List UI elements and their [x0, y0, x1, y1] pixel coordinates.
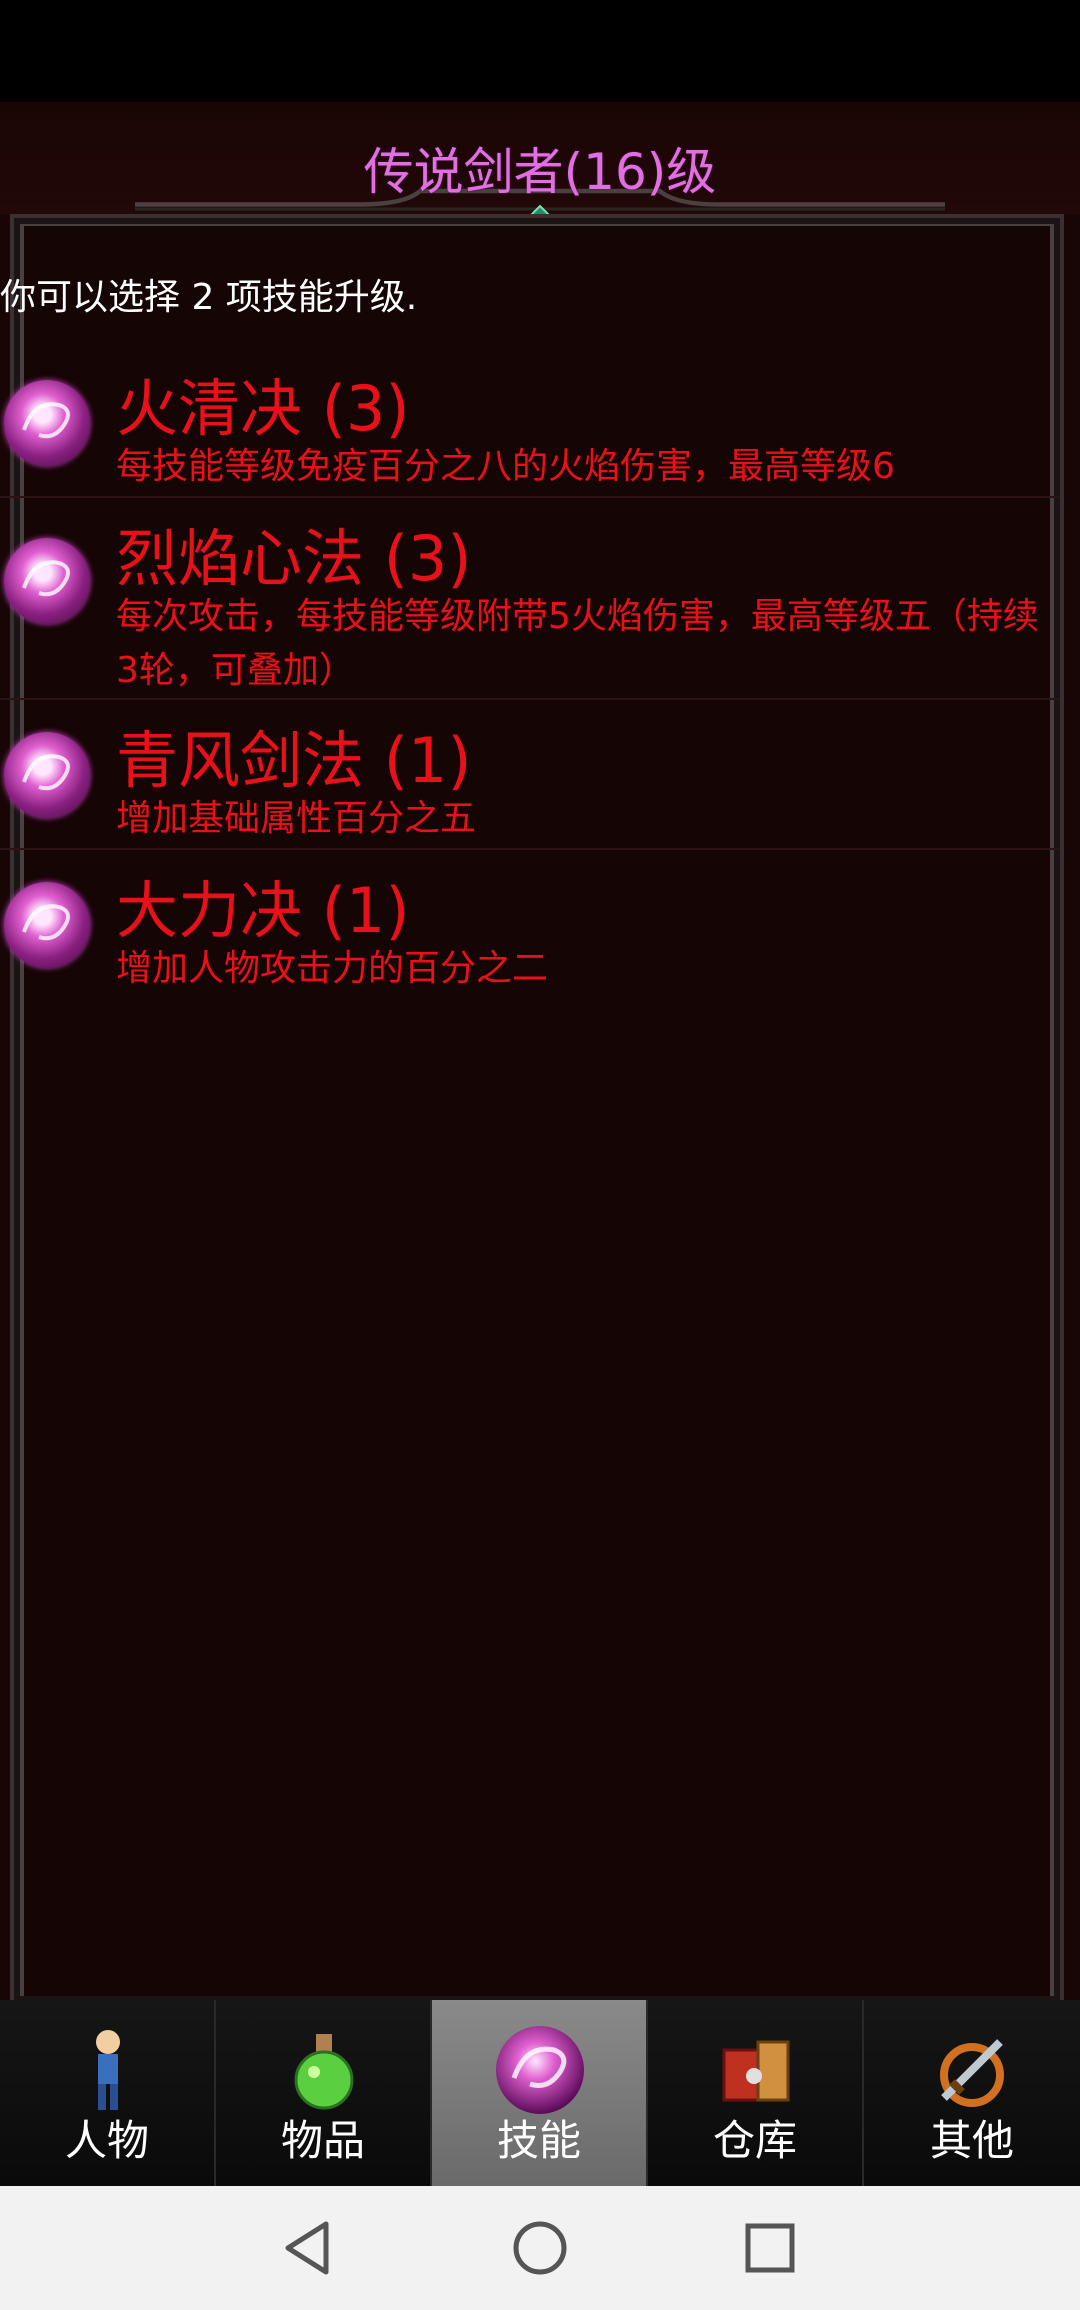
- tab-character[interactable]: 人物: [0, 2000, 216, 2186]
- back-icon[interactable]: [268, 2208, 348, 2288]
- skill-name: 烈焰心法 (3): [116, 522, 472, 595]
- skill-orb-icon: [496, 2026, 584, 2114]
- skill-description: 增加基础属性百分之五: [116, 798, 477, 839]
- character-icon: [96, 2030, 120, 2110]
- skill-name: 火清决 (3): [116, 372, 410, 445]
- skill-description: 每技能等级免疫百分之八的火焰伤害，最高等级6: [116, 446, 895, 487]
- skill-description: 增加人物攻击力的百分之二: [116, 948, 549, 989]
- skill-item[interactable]: 火清决 (3) 每技能等级免疫百分之八的火焰伤害，最高等级6: [0, 348, 1060, 498]
- tab-items[interactable]: 物品: [216, 2000, 432, 2186]
- skill-item[interactable]: 大力决 (1) 增加人物攻击力的百分之二: [0, 850, 1060, 998]
- upgrade-prompt: 你可以选择 2 项技能升级.: [0, 277, 418, 318]
- skill-orb-icon: [4, 732, 90, 818]
- panel-header: 传说剑者(16)级: [0, 102, 1080, 236]
- bottom-tab-bar: 人物 物品 技能 仓库 其他: [0, 2000, 1080, 2186]
- potion-icon: [294, 2034, 354, 2110]
- tab-label: 物品: [280, 2116, 365, 2165]
- tab-other[interactable]: 其他: [864, 2000, 1080, 2186]
- sword-icon: [940, 2039, 1004, 2107]
- tab-label: 人物: [64, 2116, 149, 2165]
- skill-orb-icon: [4, 380, 90, 466]
- skill-item[interactable]: 烈焰心法 (3) 每次攻击，每技能等级附带5火焰伤害，最高等级五（持续3轮，可叠…: [0, 498, 1060, 700]
- skill-name: 大力决 (1): [116, 874, 410, 947]
- tab-label: 技能: [496, 2116, 581, 2165]
- skill-description: 每次攻击，每技能等级附带5火焰伤害，最高等级五（持续3轮，可叠加）: [116, 596, 1039, 691]
- tab-storage[interactable]: 仓库: [648, 2000, 864, 2186]
- system-nav-bar: [0, 2186, 1080, 2310]
- skill-orb-icon: [4, 882, 90, 968]
- status-bar: [0, 0, 1080, 102]
- skill-orb-icon: [4, 538, 90, 624]
- home-icon[interactable]: [500, 2208, 580, 2288]
- tab-skills[interactable]: 技能: [432, 2000, 648, 2186]
- tab-label: 仓库: [712, 2116, 797, 2165]
- recents-icon[interactable]: [730, 2208, 810, 2288]
- skill-item[interactable]: 青风剑法 (1) 增加基础属性百分之五: [0, 700, 1060, 850]
- tab-label: 其他: [929, 2116, 1014, 2165]
- page-title: 传说剑者(16)级: [363, 143, 717, 201]
- skill-list: 火清决 (3) 每技能等级免疫百分之八的火焰伤害，最高等级6 烈焰心法 (3) …: [0, 348, 1060, 998]
- storage-icon: [722, 2040, 790, 2102]
- skill-name: 青风剑法 (1): [116, 724, 472, 797]
